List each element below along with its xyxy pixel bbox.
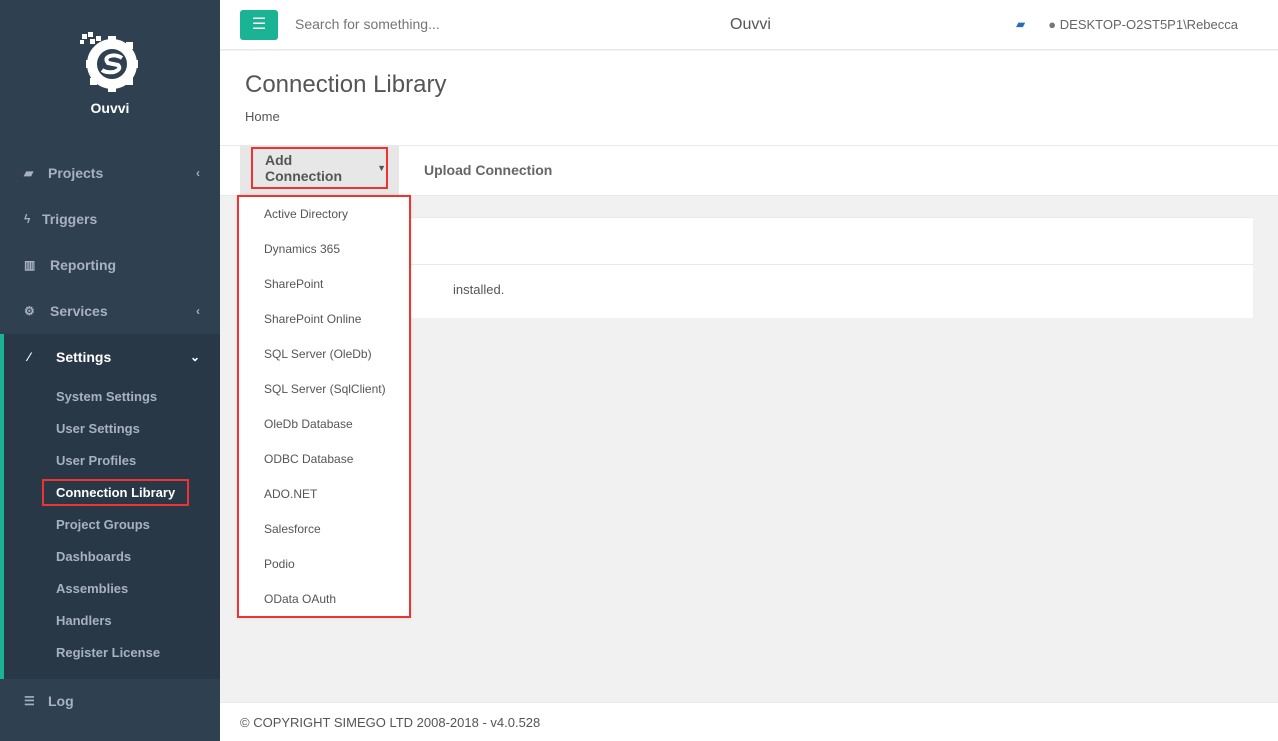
list-icon: ☰ [24,694,35,708]
submenu-connection-library[interactable]: Connection Library [41,479,190,506]
upload-connection-button[interactable]: Upload Connection [424,162,552,178]
search-input[interactable] [295,16,595,32]
dropdown-item[interactable]: Active Directory [239,197,409,232]
bolt-icon: ϟ [24,212,31,226]
sidebar-item-label: Projects [48,165,104,181]
chevron-down-icon: ⌄ [189,350,200,364]
dropdown-item[interactable]: ODBC Database [239,442,409,477]
dropdown-item[interactable]: SharePoint [239,267,409,302]
submenu-user-profiles[interactable]: User Profiles [56,453,136,468]
submenu-dashboards[interactable]: Dashboards [56,549,131,564]
user-info[interactable]: ● DESKTOP-O2ST5P1\Rebecca [1048,17,1238,32]
hamburger-icon: ☰ [251,16,267,33]
page-title: Connection Library [245,71,447,98]
page-header: Connection Library Home [220,51,1278,146]
brand-name: Ouvvi [90,100,130,116]
book-icon[interactable]: ▰ [1016,17,1025,31]
sidebar-item-label: Reporting [50,257,117,273]
panel-message: installed. [453,282,505,297]
sidebar-item-triggers[interactable]: ϟ Triggers [0,196,220,242]
menu-toggle-button[interactable]: ☰ [240,10,278,40]
submenu-user-settings[interactable]: User Settings [56,421,140,436]
sidebar-item-services[interactable]: ⚙ Services ‹ [0,288,220,334]
sidebar-item-label: Settings [56,349,112,365]
panel-header [410,218,1253,265]
ouvvi-logo-icon [80,32,138,92]
breadcrumb-home[interactable]: Home [245,109,280,124]
submenu-handlers[interactable]: Handlers [56,613,112,628]
add-connection-dropdown: Active Directory Dynamics 365 SharePoint Sh… [237,195,411,618]
submenu-system-settings[interactable]: System Settings [56,389,157,404]
dropdown-item[interactable]: ADO.NET [239,477,409,512]
dropdown-item[interactable]: SQL Server (SqlClient) [239,372,409,407]
sidebar-item-label: Services [50,303,108,319]
footer: © COPYRIGHT SIMEGO LTD 2008-2018 - v4.0.… [220,702,1278,741]
dropdown-item[interactable]: OData OAuth [239,582,409,617]
submenu-assemblies[interactable]: Assemblies [56,581,128,596]
submenu-register-license[interactable]: Register License [56,645,160,660]
user-icon: ● [1048,17,1057,32]
chevron-left-icon: ‹ [196,166,200,180]
add-connection-button[interactable]: Add Connection ▼ [251,147,388,189]
sidebar-item-label: Triggers [42,211,98,227]
add-connection-label: Add Connection [265,152,342,184]
sidebar-item-reporting[interactable]: ▥ Reporting [0,242,220,288]
sidebar-item-label: Log [48,693,74,709]
caret-down-icon: ▼ [377,163,386,173]
magic-wand-icon: ⁄ [28,350,31,364]
dropdown-item[interactable]: Podio [239,547,409,582]
user-name: DESKTOP-O2ST5P1\Rebecca [1059,17,1238,32]
app-title: Ouvvi [730,16,771,33]
dropdown-item[interactable]: SQL Server (OleDb) [239,337,409,372]
top-bar: ☰ Ouvvi ▰ ● DESKTOP-O2ST5P1\Rebecca [220,0,1278,50]
bar-chart-icon: ▥ [24,258,36,272]
chevron-left-icon: ‹ [196,304,200,318]
sidebar-item-log[interactable]: ☰ Log [0,678,220,724]
submenu-project-groups[interactable]: Project Groups [56,517,150,532]
dropdown-item[interactable]: Dynamics 365 [239,232,409,267]
book-icon: ▰ [24,166,34,180]
dropdown-item[interactable]: OleDb Database [239,407,409,442]
dropdown-item[interactable]: Salesforce [239,512,409,547]
dropdown-item[interactable]: SharePoint Online [239,302,409,337]
sidebar-item-projects[interactable]: ▰ Projects ‹ [0,150,220,196]
sidebar-item-settings[interactable]: ⁄ Settings ⌄ [0,334,220,380]
cogs-icon: ⚙ [24,304,35,318]
sidebar: Ouvvi ▰ Projects ‹ ϟ Triggers ▥ Reporting ⚙ S… [0,0,220,741]
connections-panel: installed. [410,217,1253,318]
